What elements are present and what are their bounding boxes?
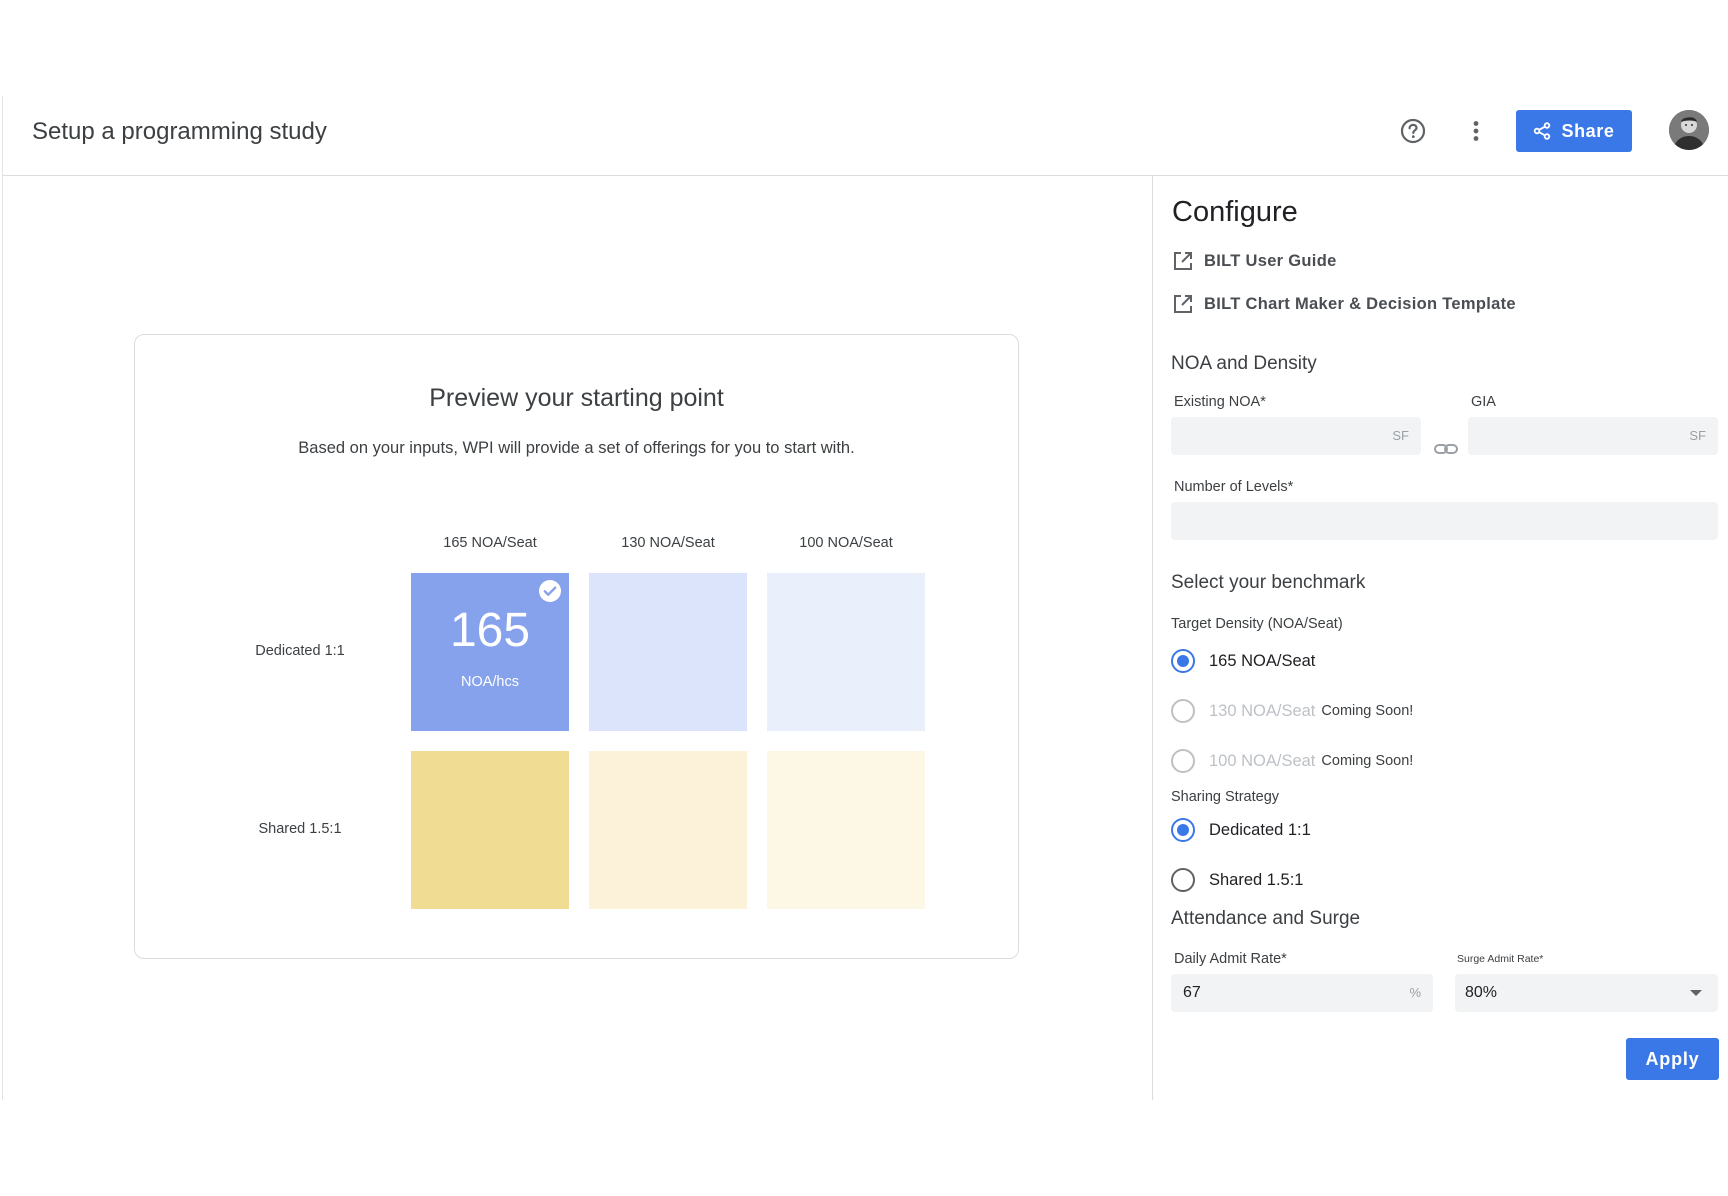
radio-selected-icon xyxy=(1171,649,1195,673)
radio-sharing-shared[interactable]: Shared 1.5:1 xyxy=(1171,868,1304,892)
levels-input[interactable] xyxy=(1171,502,1718,540)
configure-title: Configure xyxy=(1172,196,1298,228)
daily-admit-label: Daily Admit Rate* xyxy=(1174,951,1287,967)
tile-value: 165 xyxy=(449,604,531,657)
radio-density-100[interactable]: 100 NOA/Seat Coming Soon! xyxy=(1171,749,1413,773)
daily-admit-value: 67 xyxy=(1183,984,1201,1001)
avatar[interactable] xyxy=(1669,110,1709,150)
column-label-165: 165 NOA/Seat xyxy=(443,535,537,551)
radio-selected-icon xyxy=(1171,818,1195,842)
existing-noa-input[interactable]: SF xyxy=(1171,417,1421,455)
target-density-label: Target Density (NOA/Seat) xyxy=(1171,616,1343,632)
radio-sharing-dedicated[interactable]: Dedicated 1:1 xyxy=(1171,818,1311,842)
tile-shared-100[interactable] xyxy=(767,751,925,909)
configure-panel: Configure BILT User Guide BILT Chart Mak… xyxy=(1152,176,1728,1100)
share-label: Share xyxy=(1561,120,1615,141)
row-label-dedicated: Dedicated 1:1 xyxy=(255,643,345,659)
radio-label: 165 NOA/Seat xyxy=(1209,651,1316,670)
tile-shared-130[interactable] xyxy=(589,751,747,909)
benchmark-title: Select your benchmark xyxy=(1171,572,1366,593)
radio-density-130[interactable]: 130 NOA/Seat Coming Soon! xyxy=(1171,699,1413,723)
bilt-chart-maker-link[interactable]: BILT Chart Maker & Decision Template xyxy=(1172,293,1516,315)
tile-dedicated-130[interactable] xyxy=(589,573,747,731)
gia-input[interactable]: SF xyxy=(1468,417,1718,455)
existing-noa-suffix: SF xyxy=(1392,428,1409,443)
radio-empty-icon xyxy=(1171,699,1195,723)
open-in-new-icon xyxy=(1174,252,1192,270)
open-in-new-icon xyxy=(1174,295,1192,313)
page-title: Setup a programming study xyxy=(32,118,327,145)
radio-label: 100 NOA/Seat xyxy=(1209,751,1316,770)
help-icon[interactable] xyxy=(1398,116,1428,146)
column-label-100: 100 NOA/Seat xyxy=(799,535,893,551)
levels-label: Number of Levels* xyxy=(1174,479,1294,495)
tile-dedicated-100[interactable] xyxy=(767,573,925,731)
dropdown-arrow-icon xyxy=(1690,990,1702,996)
link-label: BILT Chart Maker & Decision Template xyxy=(1204,294,1516,313)
share-icon xyxy=(1534,122,1551,140)
radio-label: Shared 1.5:1 xyxy=(1209,870,1304,889)
more-vert-icon[interactable] xyxy=(1461,116,1491,146)
check-circle-icon xyxy=(539,580,561,602)
top-bar: Setup a programming study Share xyxy=(3,96,1728,176)
existing-noa-label: Existing NOA* xyxy=(1174,394,1266,410)
daily-admit-suffix: % xyxy=(1409,985,1421,1000)
link-label: BILT User Guide xyxy=(1204,251,1337,270)
coming-soon-label: Coming Soon! xyxy=(1321,753,1414,769)
preview-card: Preview your starting point Based on you… xyxy=(134,334,1019,959)
user-avatar-icon xyxy=(1669,110,1709,150)
gia-suffix: SF xyxy=(1689,428,1706,443)
tile-unit: NOA/hcs xyxy=(460,674,519,690)
radio-label: 130 NOA/Seat xyxy=(1209,701,1316,720)
attendance-title: Attendance and Surge xyxy=(1171,908,1361,929)
surge-admit-select[interactable]: 80% xyxy=(1455,974,1718,1012)
coming-soon-label: Coming Soon! xyxy=(1321,703,1414,719)
main-canvas: Preview your starting point Based on you… xyxy=(3,176,1152,1100)
surge-admit-value: 80% xyxy=(1465,984,1498,1001)
daily-admit-input[interactable]: 67 % xyxy=(1171,974,1433,1012)
radio-label: Dedicated 1:1 xyxy=(1209,820,1311,839)
radio-empty-icon xyxy=(1171,868,1195,892)
radio-empty-icon xyxy=(1171,749,1195,773)
tile-shared-165[interactable] xyxy=(411,751,569,909)
preview-title: Preview your starting point xyxy=(429,384,724,412)
column-label-130: 130 NOA/Seat xyxy=(621,535,715,551)
sharing-strategy-label: Sharing Strategy xyxy=(1171,789,1280,805)
surge-admit-label: Surge Admit Rate* xyxy=(1457,953,1544,965)
bilt-user-guide-link[interactable]: BILT User Guide xyxy=(1172,250,1337,272)
link-icon[interactable] xyxy=(1433,436,1459,462)
row-label-shared: Shared 1.5:1 xyxy=(258,821,342,837)
app-window: Setup a programming study Share Preview … xyxy=(2,96,1728,1100)
radio-density-165[interactable]: 165 NOA/Seat xyxy=(1171,649,1315,673)
tile-dedicated-165[interactable]: 165 NOA/hcs xyxy=(411,573,569,731)
noa-density-title: NOA and Density xyxy=(1171,353,1317,374)
preview-subtitle: Based on your inputs, WPI will provide a… xyxy=(298,439,855,457)
share-button[interactable]: Share xyxy=(1516,110,1632,152)
apply-button[interactable]: Apply xyxy=(1626,1038,1719,1080)
gia-label: GIA xyxy=(1471,394,1496,410)
